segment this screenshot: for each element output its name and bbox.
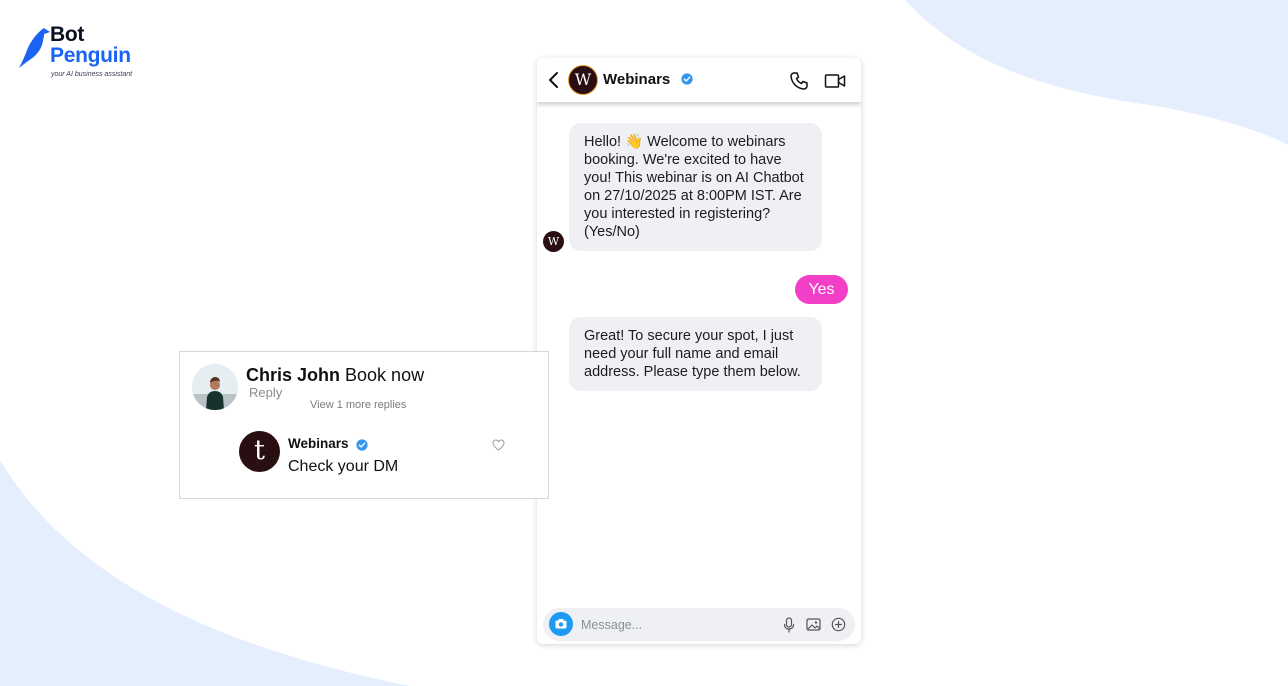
comment-body: Book now <box>345 365 425 385</box>
view-more-replies-link[interactable]: View 1 more replies <box>310 399 406 411</box>
camera-icon <box>555 619 567 629</box>
penguin-bird-icon <box>19 28 50 68</box>
logo-tagline: your AI business assistant <box>51 71 133 78</box>
bot-message: Hello! 👋 Welcome to webinars booking. We… <box>569 123 822 251</box>
person-photo <box>192 364 238 410</box>
bot-message: Great! To secure your spot, I just need … <box>569 317 822 391</box>
verified-badge-icon <box>681 73 693 85</box>
verified-badge-icon <box>356 439 368 451</box>
chat-header: W Webinars <box>537 58 861 102</box>
phone-icon[interactable] <box>789 71 809 91</box>
reply-text: Check your DM <box>288 458 399 475</box>
message-input[interactable] <box>581 615 771 635</box>
message-composer <box>543 608 855 641</box>
video-icon[interactable] <box>824 71 846 91</box>
back-chevron-icon[interactable] <box>547 71 561 89</box>
commenter-name[interactable]: Chris John <box>246 365 340 385</box>
user-message: Yes <box>795 275 848 304</box>
reply-avatar[interactable]: t <box>239 431 280 472</box>
logo-wordmark-bot: Bot <box>50 23 85 46</box>
image-icon[interactable] <box>806 617 821 632</box>
chat-window: W Webinars Hello! 👋 Welcome to webinars … <box>537 58 861 644</box>
reply-link[interactable]: Reply <box>249 385 282 400</box>
comment-text: Chris John Book now <box>246 365 424 386</box>
commenter-avatar[interactable] <box>192 364 238 410</box>
logo-wordmark-penguin: Penguin <box>50 44 131 67</box>
add-circle-icon[interactable] <box>831 617 846 632</box>
contact-avatar[interactable]: W <box>568 65 598 95</box>
contact-name[interactable]: Webinars <box>603 71 670 88</box>
microphone-icon[interactable] <box>783 617 795 633</box>
reply-author[interactable]: Webinars <box>288 436 349 451</box>
comment-card: Chris John Book now Reply View 1 more re… <box>179 351 549 499</box>
botpenguin-logo: Bot Penguin your AI business assistant <box>18 24 148 84</box>
heart-icon[interactable] <box>492 439 505 451</box>
bot-message-avatar: W <box>543 231 564 252</box>
camera-button[interactable] <box>549 612 573 636</box>
